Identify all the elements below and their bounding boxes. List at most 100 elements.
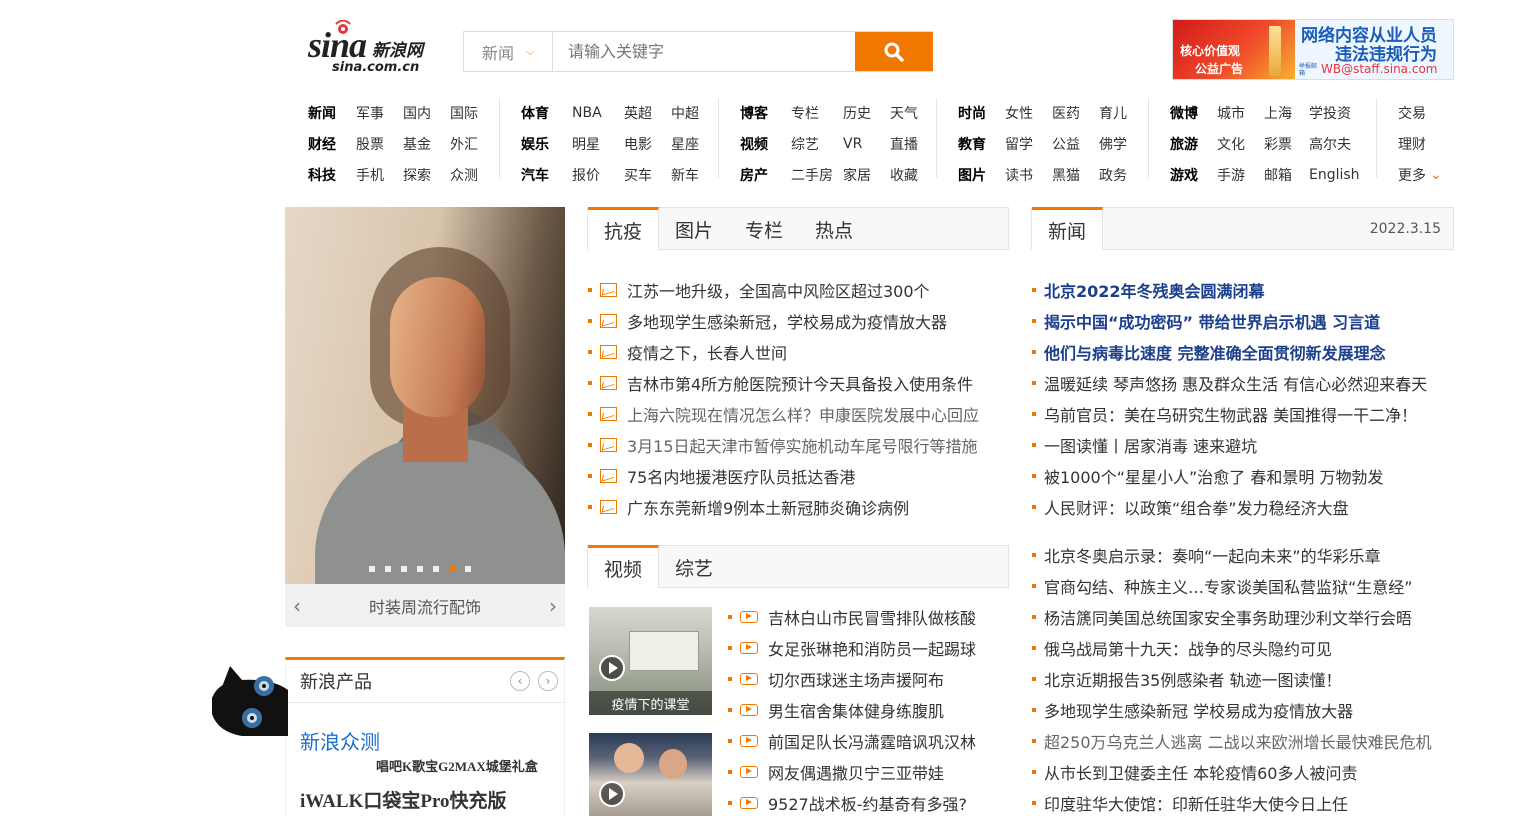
nav-link[interactable]: 娱乐	[521, 134, 572, 154]
nav-link[interactable]: 上海	[1264, 103, 1309, 123]
products-line3[interactable]: iWALK口袋宝Pro快充版	[300, 786, 507, 813]
tab-news[interactable]: 新闻	[1032, 207, 1104, 250]
nav-link[interactable]: 众测	[450, 165, 490, 185]
nav-link[interactable]: 旅游	[1170, 134, 1217, 154]
news-title[interactable]: 多地现学生感染新冠 学校易成为疫情放大器	[1044, 698, 1353, 722]
news-item[interactable]: 75名内地援港医疗队员抵达香港	[588, 460, 1008, 491]
nav-link[interactable]: 图片	[958, 165, 1005, 185]
nav-link[interactable]: 女性	[1005, 103, 1052, 123]
news-title[interactable]: 他们与病毒比速度 完整准确全面贯彻新发展理念	[1044, 340, 1386, 364]
nav-link[interactable]: English	[1309, 167, 1369, 183]
nav-link[interactable]: 学投资	[1309, 103, 1369, 123]
play-icon[interactable]	[599, 655, 625, 681]
slider-dot-active[interactable]	[449, 566, 455, 572]
nav-link[interactable]: 黑猫	[1052, 165, 1099, 185]
nav-link[interactable]: 综艺	[791, 134, 843, 154]
nav-link[interactable]: 教育	[958, 134, 1005, 154]
news-item[interactable]: 9527战术板-约基奇有多强?	[728, 787, 1008, 816]
nav-link[interactable]: 国内	[403, 103, 450, 123]
news-title[interactable]: 杨洁篪同美国总统国家安全事务助理沙利文举行会晤	[1044, 605, 1412, 629]
video-thumb-classroom[interactable]: 疫情下的课堂	[589, 607, 712, 715]
nav-link[interactable]: NBA	[572, 105, 624, 121]
news-item[interactable]: 多地现学生感染新冠 学校易成为疫情放大器	[1032, 694, 1454, 725]
nav-link[interactable]: 城市	[1217, 103, 1264, 123]
nav-link[interactable]: 佛学	[1099, 134, 1139, 154]
nav-link[interactable]: 家居	[843, 165, 890, 185]
nav-link[interactable]: 文化	[1217, 134, 1264, 154]
nav-link[interactable]: 时尚	[958, 103, 1005, 123]
news-title[interactable]: 俄乌战局第十九天：战争的尽头隐约可见	[1044, 636, 1332, 660]
news-item[interactable]: 切尔西球迷主场声援阿布	[728, 663, 1008, 694]
nav-link[interactable]: 报价	[572, 165, 624, 185]
news-title[interactable]: 男生宿舍集体健身练腹肌	[768, 698, 944, 722]
nav-link[interactable]: 新车	[671, 165, 711, 185]
nav-link[interactable]: 财经	[308, 134, 356, 154]
products-line2[interactable]: 唱吧K歌宝G2MAX城堡礼盒	[376, 756, 538, 775]
black-cat-mascot-icon[interactable]	[212, 662, 288, 736]
news-item[interactable]: 疫情之下，长春人世间	[588, 336, 1008, 367]
slider-dot[interactable]	[369, 566, 375, 572]
play-icon[interactable]	[599, 781, 625, 807]
slide-photo[interactable]	[285, 207, 565, 584]
nav-link[interactable]: 博客	[740, 103, 791, 123]
nav-link[interactable]: 科技	[308, 165, 356, 185]
nav-link[interactable]: 星座	[671, 134, 711, 154]
news-item[interactable]: 广东东莞新增9例本土新冠肺炎确诊病例	[588, 491, 1008, 522]
news-title[interactable]: 切尔西球迷主场声援阿布	[768, 667, 944, 691]
news-item[interactable]: 吉林白山市民冒雪排队做核酸	[728, 601, 1008, 632]
tab-item[interactable]: 综艺	[659, 546, 729, 588]
news-title[interactable]: 江苏一地升级，全国高中风险区超过300个	[627, 278, 930, 302]
nav-link[interactable]: 育儿	[1099, 103, 1139, 123]
chevron-right-icon[interactable]: ›	[538, 671, 558, 691]
header-ad-banner[interactable]: 核心价值观 公益广告 网络内容从业人员 违法违规行为 举报邮箱 WB@staff…	[1172, 19, 1454, 80]
slide-caption[interactable]: 时装周流行配饰	[369, 594, 481, 618]
nav-link[interactable]: 电影	[624, 134, 671, 154]
news-item[interactable]: 从市长到卫健委主任 本轮疫情60多人被问责	[1032, 756, 1454, 787]
news-title[interactable]: 温暖延续 琴声悠扬 惠及群众生活 有信心必然迎来春天	[1044, 371, 1427, 395]
nav-link[interactable]: 交易	[1398, 103, 1438, 123]
search-input[interactable]	[553, 32, 855, 71]
news-item[interactable]: 女足张琳艳和消防员一起踢球	[728, 632, 1008, 663]
news-title[interactable]: 官商勾结、种族主义…专家谈美国私营监狱“生意经”	[1044, 574, 1413, 598]
search-category-select[interactable]: 新闻 ⌵	[464, 32, 553, 71]
news-item[interactable]: 男生宿舍集体健身练腹肌	[728, 694, 1008, 725]
news-item[interactable]: 被1000个“星星小人”治愈了 春和景明 万物勃发	[1032, 460, 1454, 491]
nav-link[interactable]: 明星	[572, 134, 624, 154]
slider-dot[interactable]	[385, 566, 391, 572]
news-title[interactable]: 多地现学生感染新冠，学校易成为疫情放大器	[627, 309, 947, 333]
nav-link[interactable]: 公益	[1052, 134, 1099, 154]
nav-link[interactable]: 医药	[1052, 103, 1099, 123]
news-item[interactable]: 江苏一地升级，全国高中风险区超过300个	[588, 274, 1008, 305]
news-title[interactable]: 75名内地援港医疗队员抵达香港	[627, 464, 855, 488]
news-title[interactable]: 吉林市第4所方舱医院预计今天具备投入使用条件	[627, 371, 973, 395]
news-item[interactable]: 乌前官员：美在乌研究生物武器 美国推得一干二净！	[1032, 398, 1454, 429]
nav-link[interactable]: 外汇	[450, 134, 490, 154]
nav-link[interactable]: 手机	[356, 165, 403, 185]
nav-link[interactable]: 股票	[356, 134, 403, 154]
nav-link[interactable]: 专栏	[791, 103, 843, 123]
nav-link[interactable]: 新闻	[308, 103, 356, 123]
news-title[interactable]: 被1000个“星星小人”治愈了 春和景明 万物勃发	[1044, 464, 1383, 488]
nav-link[interactable]: 理财	[1398, 134, 1438, 154]
news-title[interactable]: 女足张琳艳和消防员一起踢球	[768, 636, 976, 660]
news-title[interactable]: 一图读懂丨居家消毒 速来避坑	[1044, 433, 1257, 457]
news-item[interactable]: 温暖延续 琴声悠扬 惠及群众生活 有信心必然迎来春天	[1032, 367, 1454, 398]
news-item[interactable]: 官商勾结、种族主义…专家谈美国私营监狱“生意经”	[1032, 570, 1454, 601]
news-item[interactable]: 印度驻华大使馆：印新任驻华大使今日上任	[1032, 787, 1454, 816]
news-item[interactable]: 他们与病毒比速度 完整准确全面贯彻新发展理念	[1032, 336, 1454, 367]
nav-link[interactable]: VR	[843, 136, 890, 152]
nav-link[interactable]: 视频	[740, 134, 791, 154]
news-title[interactable]: 印度驻华大使馆：印新任驻华大使今日上任	[1044, 791, 1348, 815]
nav-link[interactable]: 历史	[843, 103, 890, 123]
products-line1[interactable]: 新浪众测	[300, 726, 380, 755]
tab-item[interactable]: 热点	[799, 208, 869, 250]
tab-active[interactable]: 抗疫	[588, 207, 660, 250]
video-thumb-sports[interactable]	[589, 733, 712, 816]
nav-link[interactable]: 二手房	[791, 165, 843, 185]
nav-link[interactable]: 汽车	[521, 165, 572, 185]
nav-link[interactable]: 英超	[624, 103, 671, 123]
news-title[interactable]: 疫情之下，长春人世间	[627, 340, 787, 364]
news-item[interactable]: 杨洁篪同美国总统国家安全事务助理沙利文举行会晤	[1032, 601, 1454, 632]
news-title[interactable]: 北京2022年冬残奥会圆满闭幕	[1044, 278, 1265, 302]
news-item[interactable]: 网友偶遇撒贝宁三亚带娃	[728, 756, 1008, 787]
